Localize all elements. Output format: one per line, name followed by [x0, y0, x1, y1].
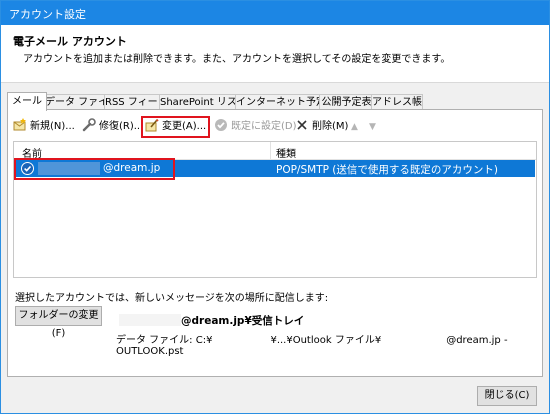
delivery-inbox: @dream.jp¥受信トレイ	[119, 313, 304, 328]
title-bar[interactable]: アカウント設定	[1, 1, 549, 25]
repair-account-label: 修復(R)...	[99, 121, 144, 132]
data-file-path: データ ファイル: C:¥ ¥...¥Outlook ファイル¥ @dream.jp…	[116, 331, 549, 357]
tab-sharepoint-lists[interactable]: SharePoint リスト	[159, 94, 247, 110]
tab-mail[interactable]: メール	[7, 92, 47, 111]
move-down-button[interactable]: ▼	[369, 118, 376, 136]
column-header-type[interactable]: 種類	[276, 145, 296, 160]
arrow-down-icon: ▼	[369, 122, 376, 132]
move-up-button[interactable]: ▲	[351, 118, 358, 136]
data-file-mid: ¥...¥Outlook ファイル¥	[270, 335, 382, 346]
account-settings-window: アカウント設定 電子メール アカウント アカウントを追加または削除できます。また…	[0, 0, 550, 414]
tab-published-calendars[interactable]: 公開予定表	[319, 94, 374, 110]
tab-rss-feeds[interactable]: RSS フィード	[104, 94, 168, 110]
tab-sharepoint-lists-label: SharePoint リスト	[160, 97, 247, 108]
delivery-label: 選択したアカウントでは、新しいメッセージを次の場所に配信します:	[15, 293, 329, 304]
header-divider	[1, 82, 549, 83]
column-divider[interactable]	[270, 142, 271, 159]
delivery-inbox-text: @dream.jp¥受信トレイ	[181, 315, 305, 327]
tab-data-files[interactable]: データ ファイル	[44, 94, 118, 110]
new-account-label: 新規(N)...	[30, 121, 75, 132]
new-account-button[interactable]: 新規(N)...	[13, 118, 75, 136]
change-folder-button[interactable]: フォルダーの変更(F)	[15, 306, 102, 339]
set-default-label: 既定に設定(D)	[231, 121, 297, 132]
change-button-highlight	[141, 116, 210, 138]
repair-account-button[interactable]: 修復(R)...	[82, 118, 143, 136]
delete-x-icon	[297, 120, 307, 130]
close-button[interactable]: 閉じる(C)	[477, 386, 537, 406]
tab-mail-label: メール	[12, 96, 42, 107]
remove-account-button[interactable]: 削除(M)	[295, 118, 348, 136]
redacted-path-user	[212, 334, 271, 345]
window-title: アカウント設定	[9, 8, 86, 21]
new-account-icon	[13, 118, 26, 131]
account-row-highlight	[14, 158, 175, 180]
header-panel: 電子メール アカウント アカウントを追加または削除できます。また、アカウントを選…	[1, 25, 549, 82]
arrow-up-icon: ▲	[351, 122, 358, 132]
header-title: 電子メール アカウント	[13, 35, 127, 48]
tab-address-books[interactable]: アドレス帳	[371, 94, 423, 110]
account-type: POP/SMTP (送信で使用する既定のアカウント)	[276, 164, 498, 176]
tab-address-books-label: アドレス帳	[372, 97, 422, 108]
set-default-button[interactable]: 既定に設定(D)	[214, 118, 297, 136]
data-file-prefix: データ ファイル: C:¥	[116, 335, 213, 346]
tab-internet-calendars[interactable]: インターネット予定表	[235, 94, 336, 110]
header-subtitle: アカウントを追加または削除できます。また、アカウントを選択してその設定を変更でき…	[23, 54, 451, 65]
redacted-path-account	[381, 334, 447, 345]
remove-account-label: 削除(M)	[312, 121, 349, 132]
wrench-icon	[82, 118, 96, 132]
close-label: 閉じる(C)	[484, 390, 530, 401]
redacted-user-inbox	[119, 314, 181, 326]
check-circle-icon	[215, 119, 227, 131]
tab-published-calendars-label: 公開予定表	[321, 97, 372, 108]
